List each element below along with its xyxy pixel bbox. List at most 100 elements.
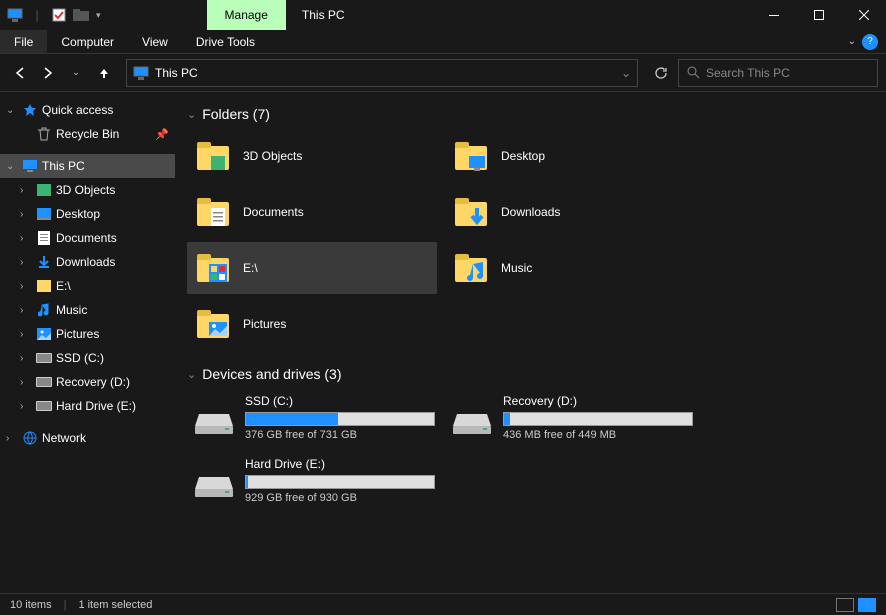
sidebar-tree: ⌄ Quick access Recycle Bin 📌 ⌄ This PC ›…	[0, 92, 175, 593]
section-title: Folders (7)	[202, 106, 270, 122]
up-button[interactable]	[92, 61, 116, 85]
folder-label: Downloads	[501, 205, 560, 219]
folder-icon	[453, 250, 489, 286]
tree-label: This PC	[42, 159, 85, 173]
item-icon	[36, 302, 52, 318]
qat-separator: |	[28, 6, 46, 24]
quick-access-toolbar: | ▾	[0, 0, 107, 30]
chevron-down-icon[interactable]: ⌄	[6, 161, 18, 172]
status-count: 10 items	[10, 599, 52, 611]
folder-icon	[195, 138, 231, 174]
folder-item[interactable]: E:\	[187, 242, 437, 294]
chevron-right-icon[interactable]: ›	[20, 209, 32, 220]
menu-computer[interactable]: Computer	[47, 30, 128, 53]
ribbon-collapse-icon[interactable]: ⌄	[848, 36, 856, 47]
maximize-button[interactable]	[796, 0, 841, 30]
chevron-right-icon[interactable]: ›	[20, 377, 32, 388]
chevron-right-icon[interactable]: ›	[20, 281, 32, 292]
details-view-icon[interactable]	[836, 598, 854, 612]
tree-item[interactable]: ›Hard Drive (E:)	[0, 394, 175, 418]
pc-icon	[22, 158, 38, 174]
drive-name: Recovery (D:)	[503, 394, 693, 408]
item-icon	[36, 326, 52, 342]
chevron-right-icon[interactable]: ›	[20, 353, 32, 364]
tree-label: Recovery (D:)	[56, 375, 130, 389]
drive-free-text: 436 MB free of 449 MB	[503, 429, 693, 441]
tree-quick-access[interactable]: ⌄ Quick access	[0, 98, 175, 122]
item-icon	[36, 206, 52, 222]
help-icon[interactable]: ?	[862, 34, 878, 50]
folder-item[interactable]: Pictures	[187, 298, 437, 350]
chevron-right-icon[interactable]: ›	[6, 433, 18, 444]
drive-item[interactable]: Hard Drive (E:)929 GB free of 930 GB	[187, 453, 437, 508]
tree-label: Desktop	[56, 207, 100, 221]
tree-item[interactable]: ›Pictures	[0, 322, 175, 346]
drive-capacity-bar	[503, 412, 693, 426]
properties-icon[interactable]	[50, 6, 68, 24]
section-drives-header[interactable]: ⌄ Devices and drives (3)	[187, 366, 874, 382]
back-button[interactable]	[8, 61, 32, 85]
menu-file[interactable]: File	[0, 30, 47, 53]
chevron-right-icon[interactable]: ›	[20, 257, 32, 268]
tree-network[interactable]: › Network	[0, 426, 175, 450]
pin-icon: 📌	[155, 128, 169, 141]
tree-item[interactable]: › Recovery (D:)	[0, 370, 175, 394]
item-icon	[36, 350, 52, 366]
refresh-button[interactable]	[648, 60, 674, 86]
navbar: ⌄ This PC ⌄ Search This PC	[0, 54, 886, 92]
folder-item[interactable]: Downloads	[445, 186, 695, 238]
tree-item[interactable]: ›Documents	[0, 226, 175, 250]
item-icon	[36, 398, 52, 414]
folder-item[interactable]: Desktop	[445, 130, 695, 182]
tiles-view-icon[interactable]	[858, 598, 876, 612]
tree-item[interactable]: › Downloads	[0, 250, 175, 274]
tree-recycle-bin[interactable]: Recycle Bin 📌	[0, 122, 175, 146]
tree-item[interactable]: ›E:\	[0, 274, 175, 298]
drive-item[interactable]: SSD (C:)376 GB free of 731 GB	[187, 390, 437, 445]
tree-label: Downloads	[56, 255, 115, 269]
close-button[interactable]	[841, 0, 886, 30]
address-bar[interactable]: This PC ⌄	[126, 59, 638, 87]
recycle-bin-icon	[36, 126, 52, 142]
chevron-right-icon[interactable]: ›	[20, 329, 32, 340]
folder-item[interactable]: 3D Objects	[187, 130, 437, 182]
folder-item[interactable]: Documents	[187, 186, 437, 238]
menu-drive-tools[interactable]: Drive Tools	[182, 30, 269, 53]
section-folders-header[interactable]: ⌄ Folders (7)	[187, 106, 874, 122]
tree-label: Quick access	[42, 103, 113, 117]
status-separator: |	[64, 599, 67, 611]
item-icon	[36, 374, 52, 390]
section-title: Devices and drives (3)	[202, 366, 341, 382]
minimize-button[interactable]	[751, 0, 796, 30]
chevron-down-icon[interactable]: ⌄	[6, 105, 18, 116]
recent-dropdown-icon[interactable]: ⌄	[64, 61, 88, 85]
folder-item[interactable]: Music	[445, 242, 695, 294]
folder-label: Music	[501, 261, 532, 275]
search-input[interactable]: Search This PC	[678, 59, 878, 87]
chevron-right-icon[interactable]: ›	[20, 233, 32, 244]
tree-item[interactable]: › Desktop	[0, 202, 175, 226]
tree-item[interactable]: ›Music	[0, 298, 175, 322]
chevron-right-icon[interactable]: ›	[20, 305, 32, 316]
qat-dropdown-icon[interactable]: ▾	[96, 10, 101, 21]
tree-item[interactable]: › 3D Objects	[0, 178, 175, 202]
drive-icon	[195, 408, 233, 436]
address-dropdown-icon[interactable]: ⌄	[621, 66, 631, 80]
menu-view[interactable]: View	[128, 30, 182, 53]
statusbar: 10 items | 1 item selected	[0, 593, 886, 615]
item-icon	[36, 278, 52, 294]
item-icon	[36, 230, 52, 246]
forward-button[interactable]	[36, 61, 60, 85]
chevron-right-icon[interactable]: ›	[20, 185, 32, 196]
new-folder-icon[interactable]	[72, 6, 90, 24]
menubar: File Computer View Drive Tools ⌄ ?	[0, 30, 886, 54]
tree-item[interactable]: ›SSD (C:)	[0, 346, 175, 370]
tree-this-pc[interactable]: ⌄ This PC	[0, 154, 175, 178]
drive-name: Hard Drive (E:)	[245, 457, 435, 471]
chevron-right-icon[interactable]: ›	[20, 401, 32, 412]
drive-item[interactable]: Recovery (D:) 436 MB free of 449 MB	[445, 390, 695, 445]
tree-label: 3D Objects	[56, 183, 115, 197]
manage-tab[interactable]: Manage	[207, 0, 286, 30]
drive-icon	[195, 471, 233, 499]
network-icon	[22, 430, 38, 446]
